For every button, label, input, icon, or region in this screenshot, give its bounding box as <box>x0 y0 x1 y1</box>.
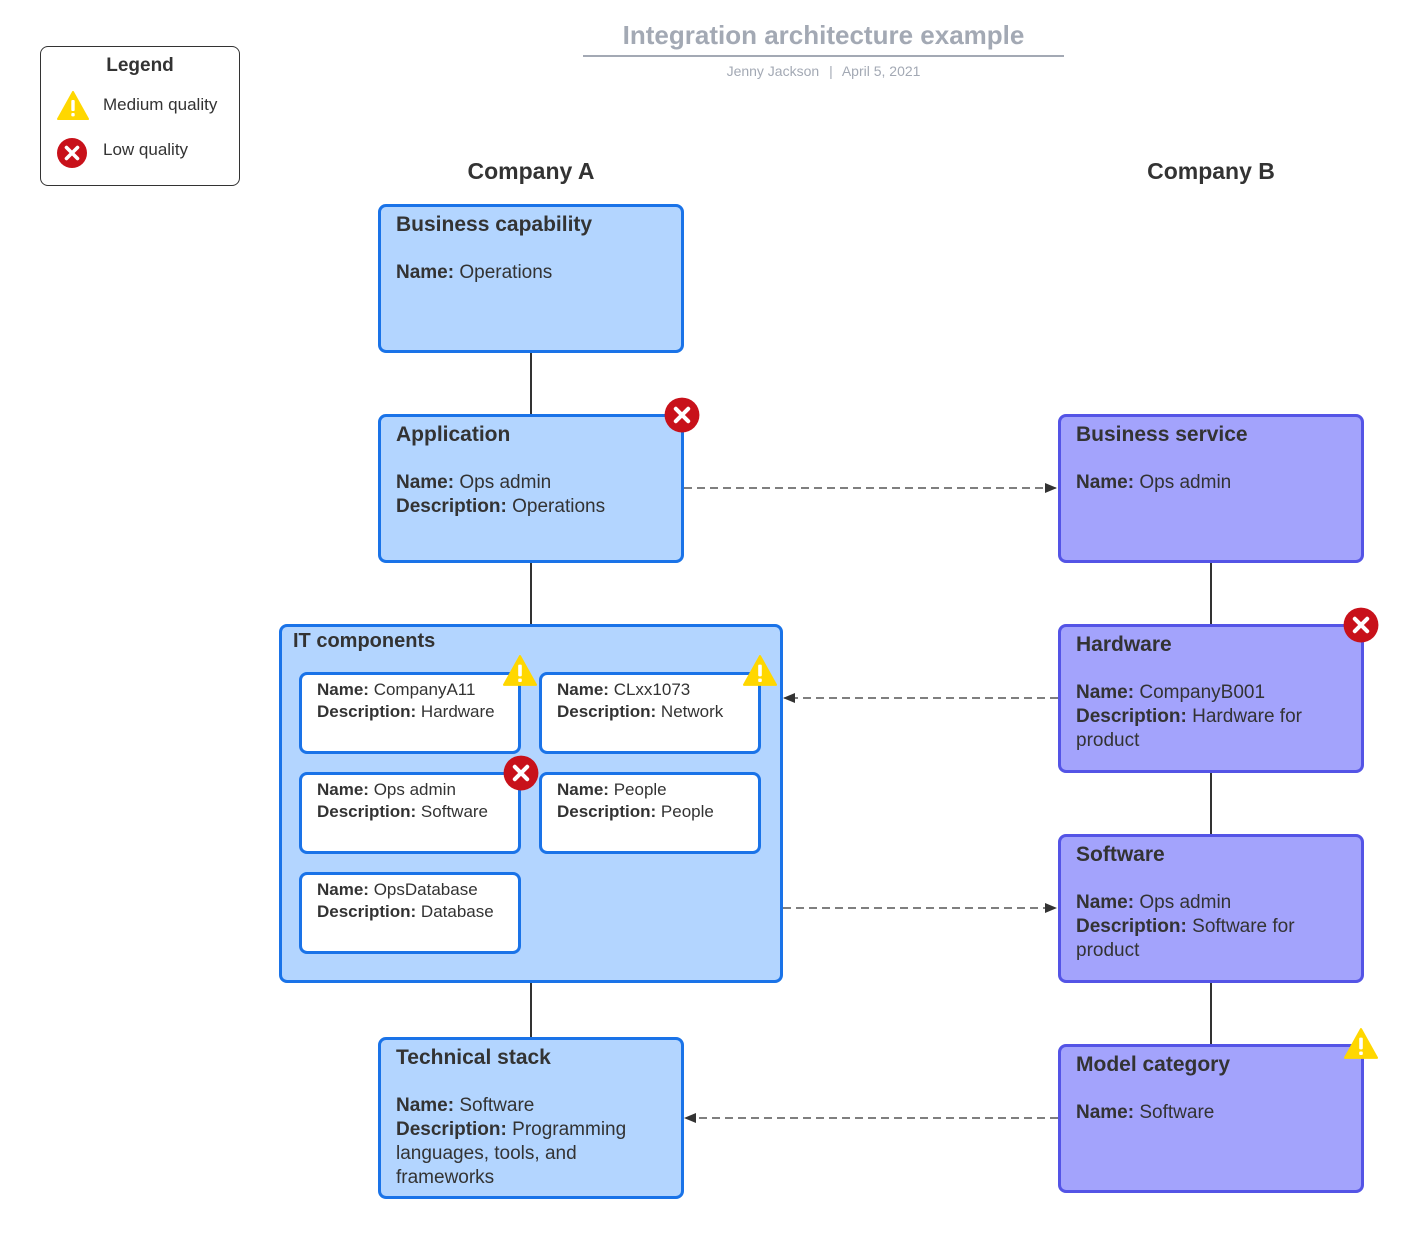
column-heading-company-b: Company B <box>1147 158 1275 184</box>
column-heading-company-a: Company A <box>467 158 595 184</box>
warning-triangle-icon <box>57 91 89 120</box>
low-quality-badge-icon <box>503 755 539 791</box>
field-value: Ops admin <box>1139 472 1232 493</box>
medium-quality-badge-icon <box>503 655 537 686</box>
it-component-card[interactable]: Name: CLxx1073 Description: Network <box>539 672 761 754</box>
application-box[interactable]: Application Name: Ops admin Description:… <box>378 414 684 563</box>
hardware-box[interactable]: Hardware Name: CompanyB001 Description: … <box>1058 624 1364 773</box>
field-value: Operations <box>512 496 606 517</box>
box-title: Business capability <box>396 213 593 236</box>
it-component-card[interactable]: Name: Ops admin Description: Software <box>299 772 521 854</box>
legend-item-low: Low quality <box>103 140 189 159</box>
business-service-box[interactable]: Business service Name: Ops admin <box>1058 414 1364 563</box>
software-box[interactable]: Software Name: Ops admin Description: So… <box>1058 834 1364 983</box>
box-title: Model category <box>1076 1053 1231 1076</box>
box-title: Application <box>396 423 511 446</box>
field-value: Ops admin <box>1139 892 1232 913</box>
box-title: Software <box>1076 843 1165 866</box>
medium-quality-badge-icon <box>1344 1028 1378 1059</box>
field-value: Ops admin <box>459 472 552 493</box>
medium-quality-badge-icon <box>743 655 777 686</box>
diagram-title: Integration architecture example <box>622 20 1025 50</box>
title-underline <box>583 55 1064 57</box>
diagram-subtitle: Jenny Jackson | April 5, 2021 <box>583 63 1064 79</box>
date: April 5, 2021 <box>841 63 921 79</box>
it-component-card[interactable]: Name: CompanyA11 Description: Hardware <box>299 672 521 754</box>
field-value: Operations <box>459 262 553 283</box>
low-quality-badge-icon <box>664 397 700 433</box>
error-x-circle-icon <box>57 138 87 168</box>
business-capability-box[interactable]: Business capability Name: Operations <box>378 204 684 353</box>
field-value: CompanyB001 <box>1139 682 1266 703</box>
field-value: Software <box>1139 1102 1215 1123</box>
legend-item-medium: Medium quality <box>103 95 218 114</box>
model-category-box[interactable]: Model category Name: Software <box>1058 1044 1364 1193</box>
subtitle-separator: | <box>829 63 833 79</box>
author: Jenny Jackson <box>726 63 820 79</box>
box-title: Hardware <box>1076 633 1172 656</box>
technical-stack-box[interactable]: Technical stack Name: Software Descripti… <box>378 1037 684 1199</box>
legend: Legend Medium quality Low quality <box>40 46 240 186</box>
box-title: Technical stack <box>396 1046 551 1069</box>
legend-title: Legend <box>106 55 174 76</box>
it-component-card[interactable]: Name: People Description: People <box>539 772 761 854</box>
box-title: Business service <box>1076 423 1248 446</box>
low-quality-badge-icon <box>1343 607 1379 643</box>
field-value: Software <box>459 1095 535 1116</box>
it-component-card[interactable]: Name: OpsDatabase Description: Database <box>299 872 521 954</box>
box-title: IT components <box>293 630 436 652</box>
